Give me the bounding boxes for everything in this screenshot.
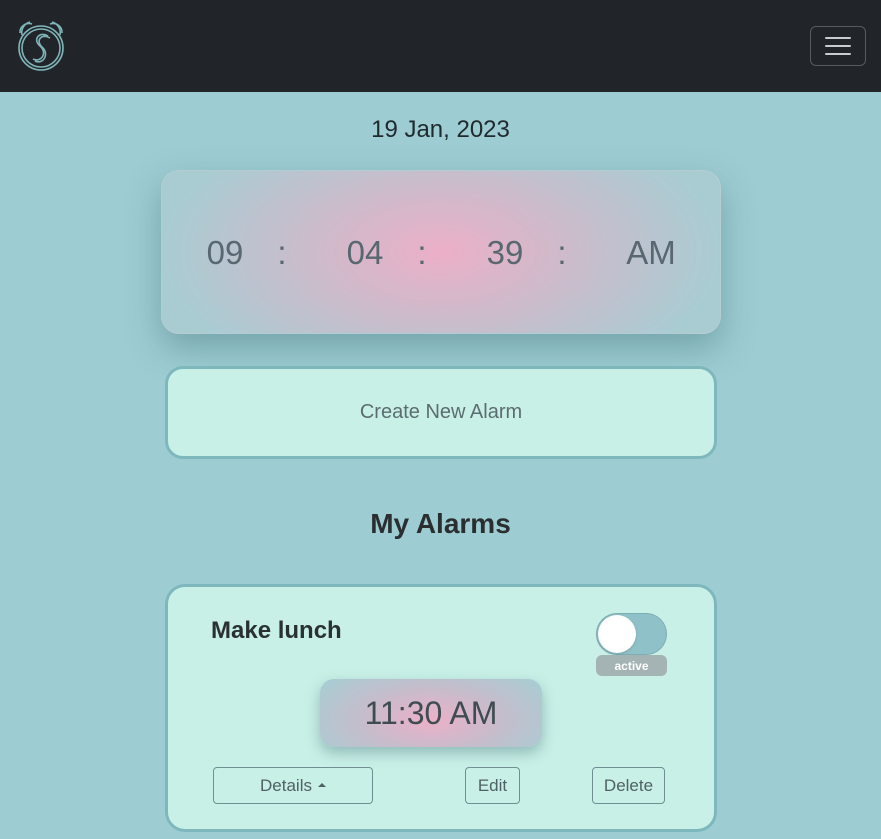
caret-up-icon (317, 782, 326, 787)
menu-toggle-button[interactable] (810, 26, 866, 66)
clock-minutes: 04 (346, 234, 384, 271)
clock-separator: : (417, 234, 427, 271)
clock-hours: 09 (206, 234, 244, 271)
hamburger-line (825, 37, 851, 39)
hamburger-line (825, 53, 851, 55)
create-new-alarm-button[interactable]: Create New Alarm (165, 366, 717, 459)
my-alarms-heading: My Alarms (370, 508, 511, 539)
clock-separator: : (277, 234, 287, 271)
alarm-name: Make lunch (211, 617, 342, 644)
clock-period: AM (626, 234, 676, 271)
alarm-active-toggle[interactable] (596, 613, 667, 655)
navbar (0, 0, 881, 92)
alarm-card: Make lunch active 11:30 AM Details Edit … (165, 584, 717, 832)
details-button-label: Details (260, 775, 312, 795)
digital-clock: 09 : 04 : 39 : AM (161, 170, 721, 334)
current-date: 19 Jan, 2023 (371, 116, 510, 143)
clock-seconds: 39 (486, 234, 524, 271)
clock-separator: : (557, 234, 567, 271)
alarm-time: 11:30 AM (320, 679, 542, 747)
status-badge: active (596, 655, 667, 676)
toggle-knob (598, 615, 636, 653)
hamburger-line (825, 45, 851, 47)
details-button[interactable]: Details (213, 767, 373, 804)
edit-button[interactable]: Edit (465, 767, 520, 804)
alarm-clock-logo-icon[interactable] (14, 19, 68, 73)
delete-button[interactable]: Delete (592, 767, 665, 804)
